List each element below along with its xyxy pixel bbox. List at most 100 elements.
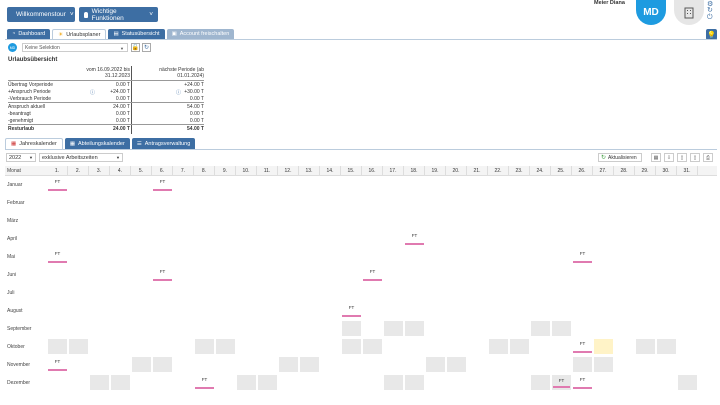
day-cell[interactable] bbox=[68, 176, 89, 193]
day-cell[interactable] bbox=[446, 302, 467, 319]
day-cell[interactable] bbox=[110, 266, 131, 283]
day-cell[interactable] bbox=[656, 230, 677, 247]
day-cell[interactable] bbox=[425, 176, 446, 193]
day-cell[interactable] bbox=[341, 248, 362, 265]
day-cell[interactable]: FT bbox=[572, 374, 593, 391]
day-cell[interactable] bbox=[131, 212, 152, 229]
day-cell[interactable]: FT bbox=[572, 338, 593, 355]
day-cell[interactable] bbox=[551, 212, 572, 229]
day-cell[interactable] bbox=[110, 176, 131, 193]
day-cell[interactable] bbox=[404, 302, 425, 319]
day-cell[interactable] bbox=[551, 266, 572, 283]
day-cell[interactable] bbox=[467, 338, 488, 355]
day-cell[interactable] bbox=[341, 194, 362, 211]
day-cell[interactable] bbox=[614, 176, 635, 193]
pdf-icon[interactable]: ▯ bbox=[677, 153, 687, 162]
day-cell[interactable] bbox=[257, 266, 278, 283]
day-cell[interactable] bbox=[68, 374, 89, 391]
day-cell[interactable] bbox=[47, 374, 68, 391]
day-cell[interactable] bbox=[572, 194, 593, 211]
day-cell[interactable] bbox=[68, 284, 89, 301]
day-cell[interactable] bbox=[383, 194, 404, 211]
day-cell[interactable] bbox=[446, 212, 467, 229]
day-cell[interactable] bbox=[551, 194, 572, 211]
day-cell[interactable] bbox=[509, 212, 530, 229]
day-cell[interactable] bbox=[320, 356, 341, 373]
day-cell[interactable] bbox=[173, 356, 194, 373]
day-cell[interactable] bbox=[194, 230, 215, 247]
day-cell[interactable] bbox=[404, 176, 425, 193]
day-cell[interactable] bbox=[425, 230, 446, 247]
day-cell[interactable] bbox=[467, 248, 488, 265]
refresh-icon[interactable]: ↻ bbox=[707, 6, 713, 14]
day-cell[interactable] bbox=[488, 284, 509, 301]
day-cell[interactable] bbox=[446, 248, 467, 265]
day-cell[interactable] bbox=[89, 338, 110, 355]
day-cell[interactable] bbox=[656, 266, 677, 283]
day-cell[interactable] bbox=[278, 266, 299, 283]
day-cell[interactable] bbox=[152, 374, 173, 391]
day-cell[interactable] bbox=[257, 194, 278, 211]
day-cell[interactable] bbox=[635, 320, 656, 337]
day-cell[interactable] bbox=[383, 374, 404, 391]
day-cell[interactable] bbox=[383, 230, 404, 247]
day-cell[interactable] bbox=[152, 248, 173, 265]
day-cell[interactable] bbox=[341, 266, 362, 283]
day-cell[interactable]: FT bbox=[152, 176, 173, 193]
day-cell[interactable] bbox=[215, 230, 236, 247]
tab-abteilungskalender[interactable]: ▦ Abteilungskalender bbox=[64, 138, 130, 149]
day-cell[interactable] bbox=[362, 320, 383, 337]
day-cell[interactable] bbox=[152, 230, 173, 247]
day-cell[interactable] bbox=[299, 320, 320, 337]
day-cell[interactable] bbox=[47, 230, 68, 247]
day-cell[interactable] bbox=[425, 248, 446, 265]
mode-select[interactable]: exklusive Arbeitszeiten ▼ bbox=[39, 153, 123, 162]
day-cell[interactable] bbox=[656, 338, 677, 355]
day-cell[interactable] bbox=[593, 320, 614, 337]
day-cell[interactable] bbox=[89, 194, 110, 211]
day-cell[interactable] bbox=[89, 374, 110, 391]
day-cell[interactable] bbox=[677, 284, 698, 301]
day-cell[interactable] bbox=[152, 194, 173, 211]
tab-jahreskalender[interactable]: ▦ Jahreskalender bbox=[5, 138, 63, 149]
day-cell[interactable] bbox=[47, 284, 68, 301]
day-cell[interactable] bbox=[446, 356, 467, 373]
day-cell[interactable] bbox=[299, 266, 320, 283]
day-cell[interactable] bbox=[362, 212, 383, 229]
tab-statusuebersicht[interactable]: ▤ Statusübersicht bbox=[108, 29, 165, 39]
day-cell[interactable] bbox=[131, 320, 152, 337]
day-cell[interactable] bbox=[131, 302, 152, 319]
day-cell[interactable] bbox=[467, 374, 488, 391]
day-cell[interactable] bbox=[635, 194, 656, 211]
day-cell[interactable] bbox=[677, 248, 698, 265]
day-cell[interactable] bbox=[152, 284, 173, 301]
day-cell[interactable] bbox=[257, 374, 278, 391]
day-cell[interactable]: FT bbox=[362, 266, 383, 283]
day-cell[interactable] bbox=[257, 212, 278, 229]
day-cell[interactable]: FT bbox=[152, 266, 173, 283]
day-cell[interactable] bbox=[173, 176, 194, 193]
day-cell[interactable] bbox=[215, 194, 236, 211]
day-cell[interactable] bbox=[509, 284, 530, 301]
day-cell[interactable] bbox=[593, 338, 614, 355]
day-cell[interactable] bbox=[488, 176, 509, 193]
day-cell[interactable] bbox=[110, 212, 131, 229]
day-cell[interactable] bbox=[236, 320, 257, 337]
day-cell[interactable] bbox=[173, 248, 194, 265]
day-cell[interactable] bbox=[530, 266, 551, 283]
day-cell[interactable] bbox=[530, 356, 551, 373]
day-cell[interactable] bbox=[152, 356, 173, 373]
day-cell[interactable] bbox=[362, 284, 383, 301]
day-cell[interactable] bbox=[89, 248, 110, 265]
day-cell[interactable] bbox=[173, 230, 194, 247]
day-cell[interactable] bbox=[635, 212, 656, 229]
day-cell[interactable] bbox=[362, 374, 383, 391]
day-cell[interactable] bbox=[236, 230, 257, 247]
day-cell[interactable] bbox=[320, 266, 341, 283]
day-cell[interactable] bbox=[299, 284, 320, 301]
day-cell[interactable] bbox=[320, 212, 341, 229]
day-cell[interactable] bbox=[425, 194, 446, 211]
day-cell[interactable] bbox=[572, 212, 593, 229]
day-cell[interactable]: FT bbox=[47, 356, 68, 373]
day-cell[interactable] bbox=[131, 248, 152, 265]
